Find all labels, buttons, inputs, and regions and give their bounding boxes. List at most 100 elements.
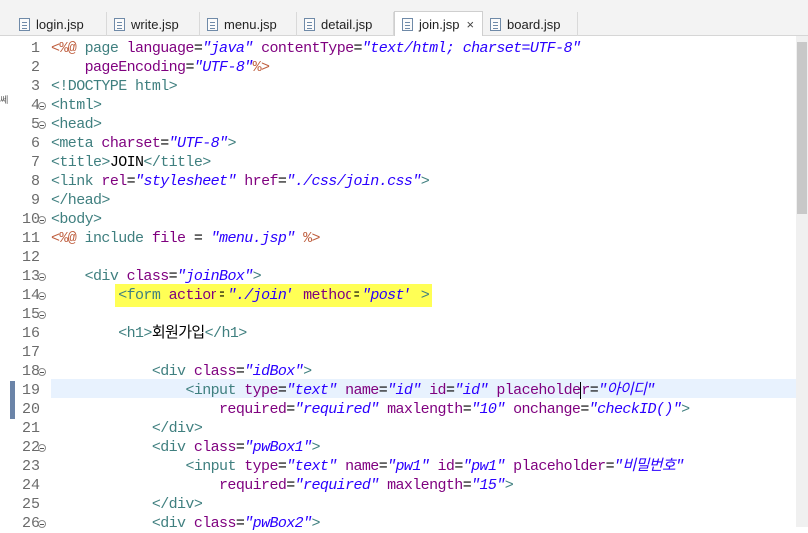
tab-detail-jsp[interactable]: detail.jsp [297,12,394,36]
fold-toggle-icon[interactable] [38,273,46,281]
tab-menu-jsp[interactable]: menu.jsp [200,12,297,36]
line-number: 9 [30,192,40,209]
code-token: = [378,458,388,475]
tab-label: write.jsp [131,16,179,32]
fold-toggle-icon[interactable] [38,444,46,452]
code-token: > [252,268,262,285]
line-number: 21 [21,420,40,437]
code-token: > [227,135,236,152]
code-token: %> [294,230,320,247]
code-token: <html> [51,97,102,114]
code-token: </head> [51,192,110,209]
tab-join-jsp[interactable]: join.jsp × [394,11,483,36]
line-number: 23 [21,458,40,475]
code-token: type [244,382,278,399]
code-line: <div class="joinBox"> [51,267,262,286]
code-token: required [219,401,287,418]
code-token: "아이디" [598,382,655,399]
code-line: required="required" maxlength="10" oncha… [51,400,690,419]
code-token: "menu.jsp" [210,230,296,247]
tab-label: board.jsp [507,16,561,32]
tab-label: join.jsp [419,16,460,32]
fold-toggle-icon[interactable] [38,311,46,319]
tab-login-jsp[interactable]: login.jsp [12,12,107,36]
code-token: name [345,382,379,399]
close-icon[interactable]: × [466,17,474,32]
tab-board-jsp[interactable]: board.jsp [483,12,578,36]
line-number: 15 [21,306,40,323]
line-number: 17 [21,344,40,361]
fold-toggle-icon[interactable] [38,292,46,300]
code-token: = [286,401,295,418]
code-token: = [286,477,295,494]
editor-tab-bar: login.jsp write.jsp menu.jsp detail.jsp … [0,0,808,36]
code-token: "pwBox2" [244,515,312,532]
code-token: "idBox" [244,363,304,380]
line-number: 6 [30,135,40,152]
line-number: 19 [21,382,40,399]
line-number-gutter: 1 2 3 4 5 6 7 8 9 10 11 12 13 14 15 16 17 18 19 20 21 22 23 24 2… [0,36,48,532]
code-token: "./join" [227,287,295,304]
code-token: = [462,477,472,494]
tab-label: menu.jsp [224,16,277,32]
code-token: <div [151,515,194,532]
code-token: > [311,439,320,456]
code-token: action [168,287,220,304]
code-token: </h1> [204,325,248,342]
tab-write-jsp[interactable]: write.jsp [107,12,200,36]
jsp-file-icon [19,17,30,31]
code-line: <%@ include file = "menu.jsp" %> [51,229,320,248]
code-token: > [681,401,690,418]
line-number: 12 [21,249,40,266]
code-editor[interactable]: 1 2 3 4 5 6 7 8 9 10 11 12 13 14 15 16 17 18 19 20 21 22 23 24 2… [0,36,808,532]
code-line: <div class="pwBox1"> [51,438,321,457]
code-token: "post" [361,287,413,304]
code-token: <meta [51,135,102,152]
code-token: = [160,135,169,152]
code-line: <div class="pwBox2"> [51,514,321,533]
code-token: "UTF-8" [168,135,228,152]
code-token: "10" [471,401,505,418]
code-token: charset [101,135,161,152]
code-line: </div> [51,419,203,438]
line-number: 10 [21,211,40,228]
code-token: include [84,230,152,247]
fold-toggle-icon[interactable] [38,102,46,110]
line-number: 14 [21,287,40,304]
code-token: class [193,515,237,532]
code-token: <div [151,363,194,380]
code-token: <form [118,287,169,304]
code-token: = [277,458,287,475]
code-token: %> [252,59,270,76]
code-token: > [311,515,320,532]
code-line: <%@ page language="java" contentType="te… [51,39,581,58]
code-line: pageEncoding="UTF-8"%> [51,58,270,77]
code-token: = [353,40,363,57]
fold-toggle-icon[interactable] [38,216,46,224]
code-line: <div class="idBox"> [51,362,312,381]
fold-toggle-icon[interactable] [38,368,46,376]
code-line: <h1>회원가입</h1> [51,324,247,343]
vertical-scrollbar[interactable] [796,36,808,527]
fold-toggle-icon[interactable] [38,121,46,129]
scrollbar-thumb[interactable] [797,42,807,214]
line-number: 24 [21,477,40,494]
code-token: contentType [261,40,354,57]
code-token: <h1> [118,325,152,342]
line-number: 22 [21,439,40,456]
code-token: = [462,401,472,418]
code-area[interactable]: <%@ page language="java" contentType="te… [51,36,796,532]
code-token: = [589,382,599,399]
code-token: </div> [151,496,203,513]
code-line: <body> [51,210,102,229]
code-token: = [168,268,178,285]
code-token: > [420,173,430,190]
